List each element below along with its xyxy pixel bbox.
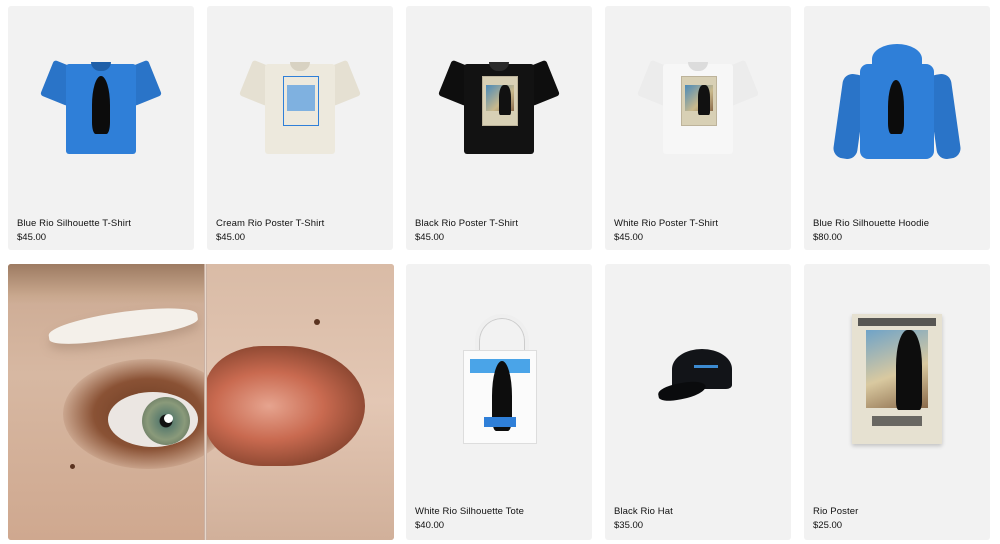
hoodie-icon [832, 43, 962, 164]
product-price: $45.00 [17, 232, 47, 243]
product-card[interactable]: Cream Rio Poster T-Shirt $45.00 [207, 6, 393, 250]
product-image[interactable] [804, 264, 990, 494]
product-name[interactable]: White Rio Silhouette Tote [415, 506, 524, 517]
product-price: $25.00 [813, 520, 843, 531]
product-name[interactable]: Cream Rio Poster T-Shirt [216, 218, 324, 229]
product-image[interactable] [406, 264, 592, 494]
product-image[interactable] [406, 6, 592, 201]
product-image[interactable] [605, 6, 791, 201]
product-price: $80.00 [813, 232, 843, 243]
product-name[interactable]: Rio Poster [813, 506, 858, 517]
product-card[interactable]: Rio Poster $25.00 [804, 264, 990, 540]
product-name[interactable]: Blue Rio Silhouette T-Shirt [17, 218, 131, 229]
product-price: $45.00 [415, 232, 445, 243]
t-shirt-icon [437, 54, 561, 154]
product-name[interactable]: Blue Rio Silhouette Hoodie [813, 218, 929, 229]
hero-image [8, 264, 394, 540]
tote-bag-icon [459, 314, 539, 444]
product-image[interactable] [605, 264, 791, 494]
product-card[interactable]: Black Rio Poster T-Shirt $45.00 [406, 6, 592, 250]
cap-icon [656, 349, 738, 409]
t-shirt-icon [39, 54, 163, 154]
product-price: $35.00 [614, 520, 644, 531]
product-card[interactable]: White Rio Poster T-Shirt $45.00 [605, 6, 791, 250]
product-grid: Blue Rio Silhouette T-Shirt $45.00 Cream… [0, 0, 1000, 544]
product-price: $45.00 [614, 232, 644, 243]
product-name[interactable]: Black Rio Hat [614, 506, 673, 517]
product-image[interactable] [804, 6, 990, 201]
product-image[interactable] [8, 6, 194, 201]
t-shirt-icon [238, 54, 362, 154]
product-name[interactable]: Black Rio Poster T-Shirt [415, 218, 518, 229]
product-name[interactable]: White Rio Poster T-Shirt [614, 218, 718, 229]
t-shirt-icon [636, 54, 760, 154]
poster-icon [852, 314, 942, 444]
product-card[interactable]: White Rio Silhouette Tote $40.00 [406, 264, 592, 540]
product-price: $40.00 [415, 520, 445, 531]
product-card[interactable]: Black Rio Hat $35.00 [605, 264, 791, 540]
product-card[interactable]: Blue Rio Silhouette T-Shirt $45.00 [8, 6, 194, 250]
product-image[interactable] [207, 6, 393, 201]
product-price: $45.00 [216, 232, 246, 243]
product-card[interactable]: Blue Rio Silhouette Hoodie $80.00 [804, 6, 990, 250]
